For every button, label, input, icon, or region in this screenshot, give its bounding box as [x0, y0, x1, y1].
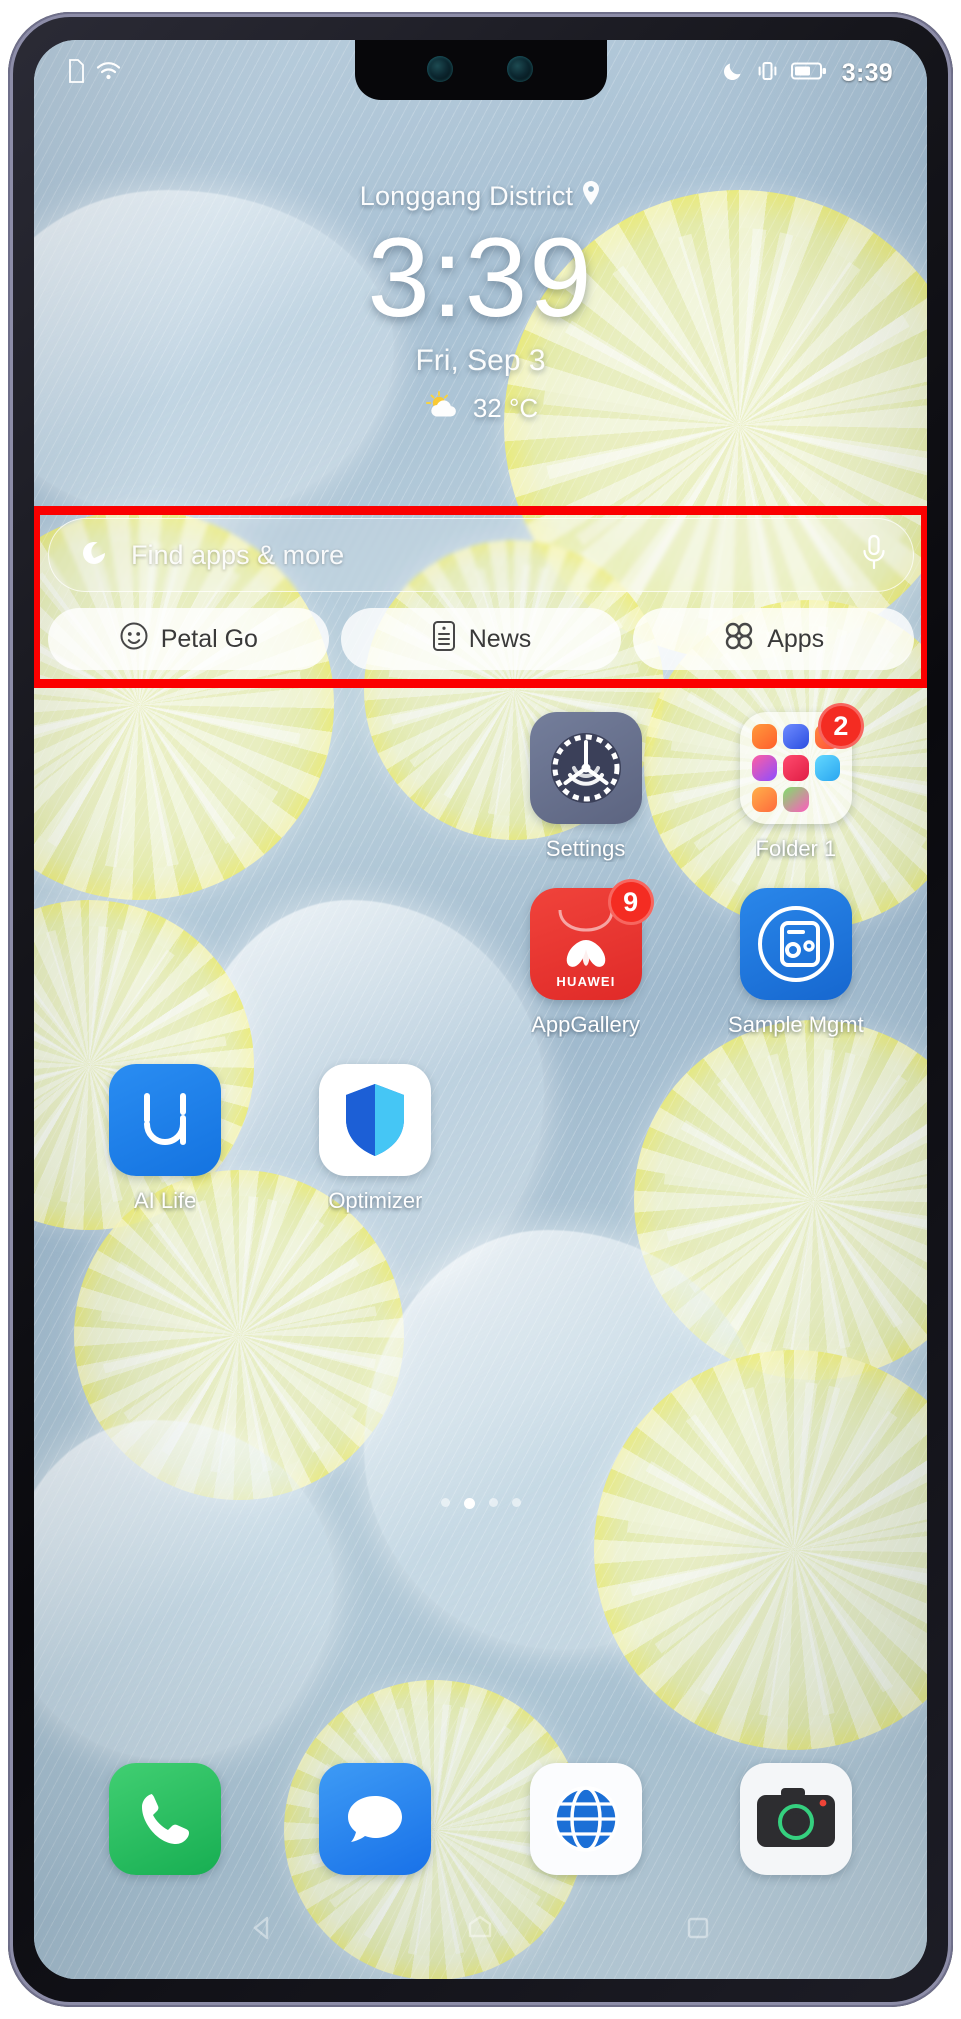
- folder-mini-icon: [751, 723, 778, 750]
- quick-action-label: News: [468, 624, 532, 653]
- ai-life-icon[interactable]: [109, 1064, 222, 1176]
- clock-time: 3:39: [367, 215, 594, 340]
- vibrate-icon: [755, 60, 780, 87]
- quick-action-row: Petal Go News Apps: [48, 608, 915, 670]
- news-document-icon: [431, 620, 457, 659]
- app-cell-empty: [60, 712, 270, 862]
- app-grid: Settings 2 Folder 1 HUAWEI 9 AppGallery …: [34, 703, 927, 1240]
- petal-go-face-icon: [119, 621, 149, 658]
- app-item-sample-mgmt[interactable]: Sample Mgmt: [691, 888, 901, 1038]
- folder-mini-icon: [783, 786, 809, 812]
- app-item-folder[interactable]: 2 Folder 1: [691, 703, 901, 862]
- app-row: AI Life Optimizer: [34, 1064, 927, 1214]
- status-bar-left: [68, 58, 121, 88]
- app-cell-empty: [691, 1064, 901, 1214]
- folder-mini-icon: [814, 755, 840, 781]
- svg-text:HUAWEI: HUAWEI: [556, 974, 615, 989]
- app-item-ai-life[interactable]: AI Life: [60, 1064, 270, 1214]
- dock-item-browser[interactable]: [481, 1763, 691, 1875]
- status-badge: 9: [607, 879, 654, 925]
- app-item-appgallery[interactable]: HUAWEI 9 AppGallery: [481, 879, 691, 1038]
- folder-mini-slot-empty: [815, 787, 840, 812]
- do-not-disturb-icon: [722, 60, 744, 87]
- settings-gear-icon[interactable]: [529, 712, 642, 824]
- browser-globe-icon[interactable]: [529, 1763, 642, 1875]
- app-label: Sample Mgmt: [728, 1012, 864, 1037]
- search-placeholder-text: Find apps & more: [131, 539, 345, 570]
- status-bar-time: 3:39: [841, 58, 893, 87]
- app-cell-empty: [60, 888, 270, 1038]
- camera-icon[interactable]: [739, 1763, 852, 1875]
- status-bar-right: 3:39: [722, 59, 893, 88]
- apps-grid-icon: [723, 620, 755, 659]
- folder-mini-icon: [751, 786, 778, 812]
- wifi-icon: [96, 61, 121, 86]
- quick-action-apps[interactable]: Apps: [633, 608, 915, 670]
- dock-item-phone[interactable]: [60, 1763, 270, 1875]
- folder-mini-icon: [783, 755, 809, 781]
- weather-row[interactable]: 32 °C: [34, 390, 927, 427]
- recents-square-icon[interactable]: [683, 1913, 713, 1948]
- navigation-bar: [34, 1895, 927, 1965]
- microphone-icon[interactable]: [861, 534, 887, 577]
- phone-icon[interactable]: [109, 1763, 222, 1875]
- dock-item-messages[interactable]: [270, 1763, 480, 1875]
- optimizer-shield-icon[interactable]: [319, 1064, 432, 1176]
- clock-weather-widget[interactable]: Longgang District 3:39 Fri, Sep 3 32 °C: [34, 180, 927, 427]
- battery-icon: [790, 61, 827, 86]
- status-bar: 3:39: [34, 40, 927, 106]
- page-dot[interactable]: [440, 1498, 450, 1507]
- petal-search-icon: [75, 534, 113, 577]
- app-label: Settings: [545, 836, 626, 861]
- partly-cloudy-icon: [423, 390, 463, 427]
- page-dot[interactable]: [511, 1498, 521, 1507]
- phone-device-frame: 3:39 Longgang District 3:39 Fri, Sep 3 3…: [8, 12, 953, 2007]
- dock-row: [34, 1763, 927, 1875]
- app-item-optimizer[interactable]: Optimizer: [270, 1064, 480, 1214]
- app-label: AppGallery: [531, 1012, 641, 1037]
- sample-mgmt-icon[interactable]: [739, 888, 852, 1000]
- phone-screen: 3:39 Longgang District 3:39 Fri, Sep 3 3…: [34, 40, 927, 1979]
- location-label: Longgang District: [359, 181, 574, 211]
- quick-action-news[interactable]: News: [340, 608, 622, 670]
- clock-date: Fri, Sep 3: [415, 343, 546, 377]
- page-indicator: [34, 1498, 927, 1509]
- quick-action-petal-go[interactable]: Petal Go: [48, 608, 329, 670]
- messages-icon[interactable]: [319, 1763, 432, 1875]
- quick-action-label: Petal Go: [160, 624, 258, 653]
- page-dot[interactable]: [488, 1498, 498, 1507]
- app-row: Settings 2 Folder 1: [34, 703, 927, 862]
- search-widget: Find apps & more Petal Go News Apps: [48, 518, 915, 670]
- page-dot-active[interactable]: [463, 1498, 475, 1509]
- app-label: Folder 1: [755, 836, 837, 861]
- location-pin-icon: [581, 180, 601, 213]
- sim-card-icon: [68, 58, 85, 88]
- temperature-label: 32 °C: [472, 392, 539, 423]
- app-item-settings[interactable]: Settings: [481, 712, 691, 862]
- location-row[interactable]: Longgang District: [34, 180, 927, 213]
- quick-action-label: Apps: [767, 624, 825, 653]
- dock: [34, 1763, 927, 1875]
- folder-mini-icon: [751, 755, 778, 781]
- folder-mini-icon: [783, 723, 809, 750]
- app-label: Optimizer: [328, 1188, 423, 1213]
- app-cell-empty: [481, 1064, 691, 1214]
- home-circle-icon[interactable]: [465, 1913, 495, 1948]
- app-label: AI Life: [133, 1188, 197, 1213]
- app-cell-empty: [270, 888, 480, 1038]
- status-badge: 2: [817, 703, 864, 749]
- app-cell-empty: [270, 712, 480, 862]
- search-input[interactable]: Find apps & more: [48, 518, 914, 592]
- back-triangle-icon[interactable]: [248, 1913, 278, 1948]
- dock-item-camera[interactable]: [691, 1763, 901, 1875]
- app-row: HUAWEI 9 AppGallery Sample Mgmt: [34, 879, 927, 1038]
